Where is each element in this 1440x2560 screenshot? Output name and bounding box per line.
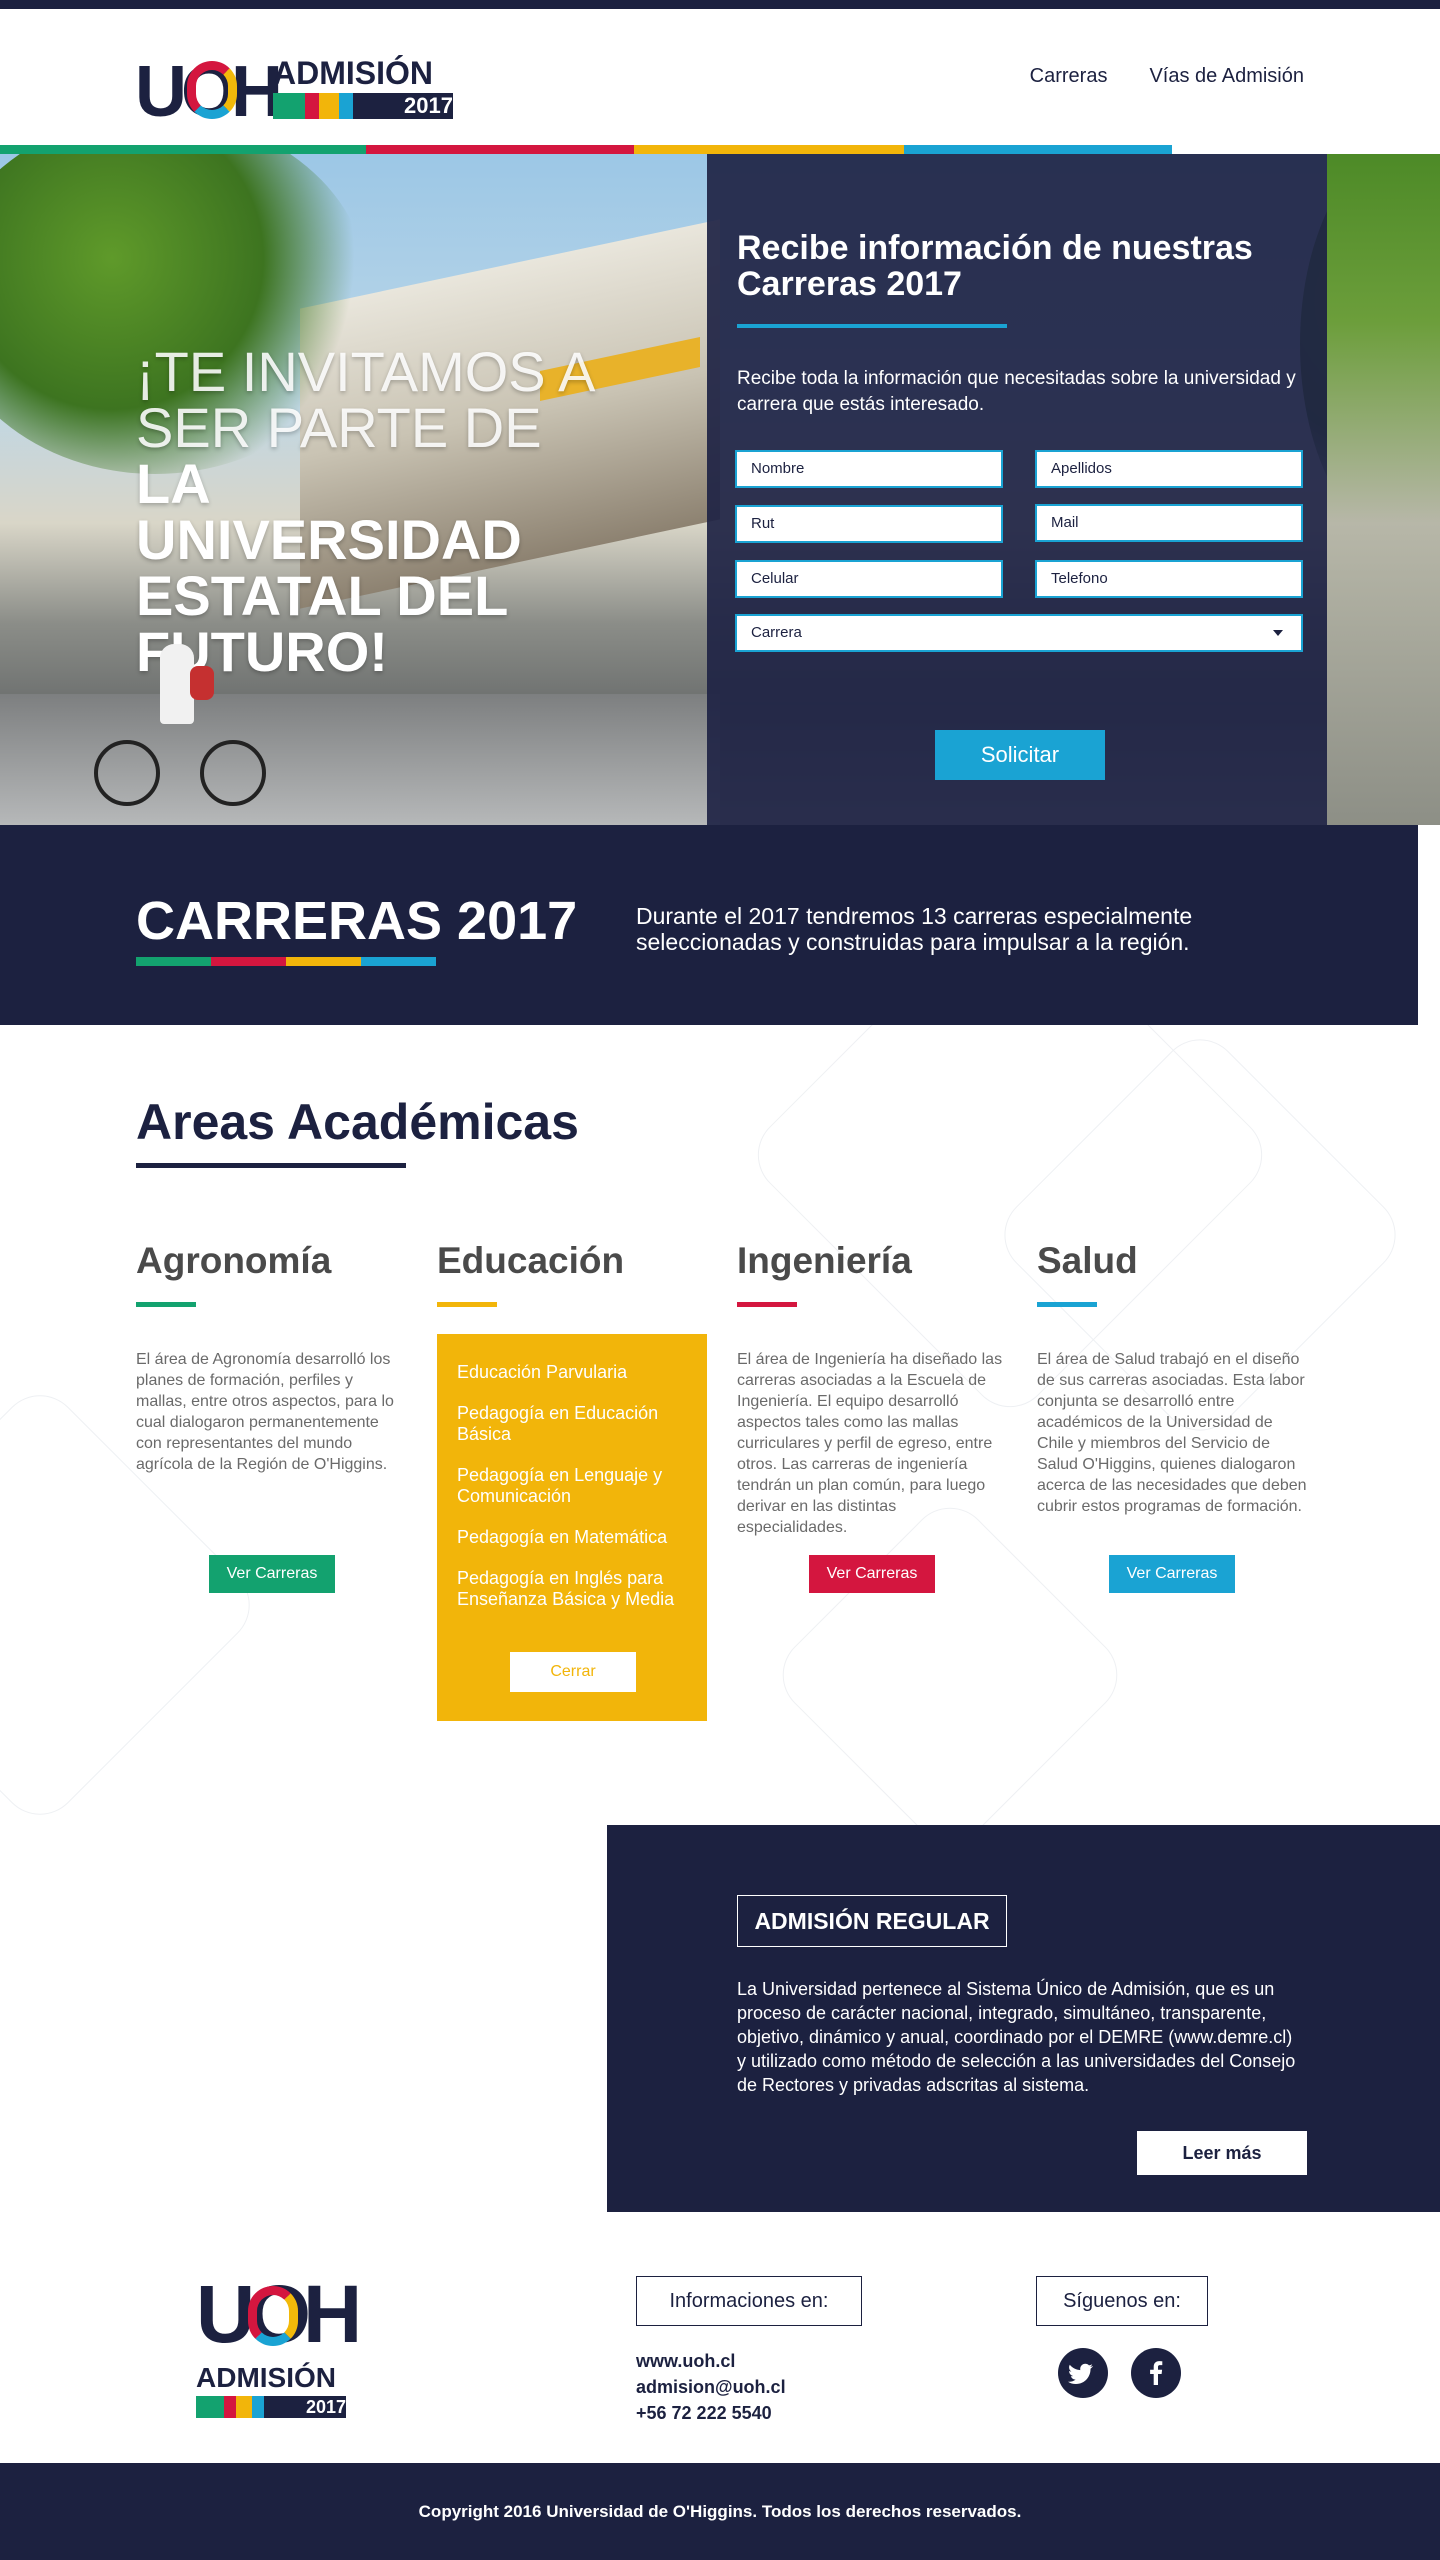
logo-year: 2017 [404, 93, 453, 118]
area-title: Educación [437, 1240, 625, 1281]
footer-logo-o-ring [248, 2286, 298, 2346]
cyclist-image [90, 644, 270, 814]
educacion-carreras-panel: Educación Parvularia Pedagogía en Educac… [437, 1334, 707, 1721]
carreras-banner: CARRERAS 2017 Durante el 2017 tendremos … [0, 825, 1418, 1025]
carreras-description: Durante el 2017 tendremos 13 carreras es… [636, 903, 1193, 955]
form-title-line2: Carreras 2017 [737, 265, 962, 303]
carreras-title: CARRERAS 2017 [136, 893, 577, 949]
admision-description: La Universidad pertenece al Sistema Únic… [737, 1979, 1296, 2095]
nav-carreras[interactable]: Carreras [1030, 65, 1108, 88]
agronomia-ver-carreras-button[interactable]: Ver Carreras [209, 1555, 335, 1593]
site-header: UOH ADMISIÓN 2017 Carreras Vías de Admis… [0, 9, 1440, 145]
cyclist-figure [160, 644, 194, 724]
area-underline [737, 1302, 797, 1307]
bike-wheel [94, 740, 160, 806]
area-description: El área de Salud trabajó en el diseño de… [1037, 1351, 1307, 1515]
areas-title-underline [136, 1163, 406, 1168]
form-title-line1: Recibe información de nuestras [737, 229, 1253, 267]
carrera-select[interactable]: Carrera [735, 614, 1303, 652]
hero-headline-light: ¡TE INVITAMOS A SER PARTE DE [136, 340, 593, 459]
top-accent-line [0, 0, 1440, 9]
footer-logo[interactable]: UOH ADMISIÓN 2017 [196, 2274, 362, 2420]
bike-wheel [200, 740, 266, 806]
form-title-underline [737, 324, 1007, 328]
carrera-link[interactable]: Pedagogía en Lenguaje y Comunicación [457, 1465, 687, 1507]
salud-ver-carreras-button[interactable]: Ver Carreras [1109, 1555, 1235, 1593]
carrera-link[interactable]: Pedagogía en Matemática [457, 1527, 687, 1548]
website-link[interactable]: www.uoh.cl [636, 2348, 786, 2374]
admision-regular-section: ADMISIÓN REGULAR La Universidad pertenec… [607, 1825, 1440, 2212]
hero-headline: ¡TE INVITAMOS A SER PARTE DE LA UNIVERSI… [136, 344, 606, 680]
form-description: Recibe toda la información que necesitad… [737, 368, 1296, 415]
area-agronomia: Agronomía El área de Agronomía desarroll… [136, 1238, 406, 1475]
siguenos-label: Síguenos en: [1036, 2276, 1208, 2326]
area-description: El área de Ingeniería ha diseñado las ca… [737, 1351, 1003, 1536]
area-title: Agronomía [136, 1240, 332, 1281]
footer-logo-admision: ADMISIÓN [196, 2362, 336, 2393]
mail-field[interactable]: Mail [1035, 504, 1303, 542]
logo-admision-text: ADMISIÓN [273, 55, 433, 91]
tree-strip-image [1327, 154, 1440, 825]
celular-field[interactable]: Celular [735, 560, 1003, 598]
carrera-link[interactable]: Pedagogía en Educación Básica [457, 1403, 687, 1445]
contact-info: www.uoh.cl admision@uoh.cl +56 72 222 55… [636, 2348, 786, 2426]
cyclist-backpack [190, 666, 214, 700]
footer-logo-year: 2017 [305, 2397, 346, 2417]
form-title: Recibe información de nuestras Carreras … [737, 230, 1253, 302]
area-title: Ingeniería [737, 1240, 912, 1281]
main-nav: Carreras Vías de Admisión [1030, 65, 1304, 88]
area-underline [136, 1302, 196, 1307]
nombre-field[interactable]: Nombre [735, 450, 1003, 488]
areas-title-bold: Académicas [287, 1094, 579, 1150]
area-title: Salud [1037, 1240, 1138, 1281]
area-ingenieria: Ingeniería El área de Ingeniería ha dise… [737, 1238, 1007, 1538]
carrera-link[interactable]: Pedagogía en Inglés para Enseñanza Básic… [457, 1568, 687, 1610]
carreras-title-light: CARRERAS [136, 891, 443, 951]
header-color-strip [0, 145, 1172, 154]
twitter-icon[interactable] [1058, 2348, 1108, 2398]
area-educacion: Educación [437, 1238, 707, 1307]
carreras-color-strip [136, 957, 436, 966]
area-description: El área de Agronomía desarrolló los plan… [136, 1351, 394, 1473]
leer-mas-button[interactable]: Leer más [1137, 2131, 1307, 2175]
area-underline [1037, 1302, 1097, 1307]
admision-regular-label: ADMISIÓN REGULAR [737, 1895, 1007, 1947]
uoh-admision-logo[interactable]: UOH ADMISIÓN 2017 [135, 49, 455, 128]
area-salud: Salud El área de Salud trabajó en el dis… [1037, 1238, 1307, 1517]
email-link[interactable]: admision@uoh.cl [636, 2374, 786, 2400]
nav-vias-de-admision[interactable]: Vías de Admisión [1149, 65, 1304, 88]
informaciones-label: Informaciones en: [636, 2276, 862, 2326]
carrera-link[interactable]: Educación Parvularia [457, 1362, 687, 1383]
areas-title: Areas Académicas [136, 1094, 579, 1150]
rut-field[interactable]: Rut [735, 505, 1003, 543]
carreras-title-bold: 2017 [457, 891, 578, 951]
apellidos-field[interactable]: Apellidos [1035, 450, 1303, 488]
areas-title-light: Areas [136, 1094, 275, 1150]
cerrar-button[interactable]: Cerrar [510, 1652, 636, 1692]
info-request-form: Recibe información de nuestras Carreras … [707, 154, 1327, 825]
logo-o-ring [187, 61, 237, 119]
phone-number: +56 72 222 5540 [636, 2403, 772, 2423]
ingenieria-ver-carreras-button[interactable]: Ver Carreras [809, 1555, 935, 1593]
chevron-down-icon [1273, 630, 1283, 636]
solicitar-button[interactable]: Solicitar [935, 730, 1105, 780]
telefono-field[interactable]: Telefono [1035, 560, 1303, 598]
carrera-select-value: Carrera [751, 624, 802, 641]
area-underline [437, 1302, 497, 1307]
footer-bar: Copyright 2016 Universidad de O'Higgins.… [0, 2463, 1440, 2560]
facebook-icon[interactable] [1131, 2348, 1181, 2398]
copyright-text: Copyright 2016 Universidad de O'Higgins.… [418, 2502, 1022, 2521]
